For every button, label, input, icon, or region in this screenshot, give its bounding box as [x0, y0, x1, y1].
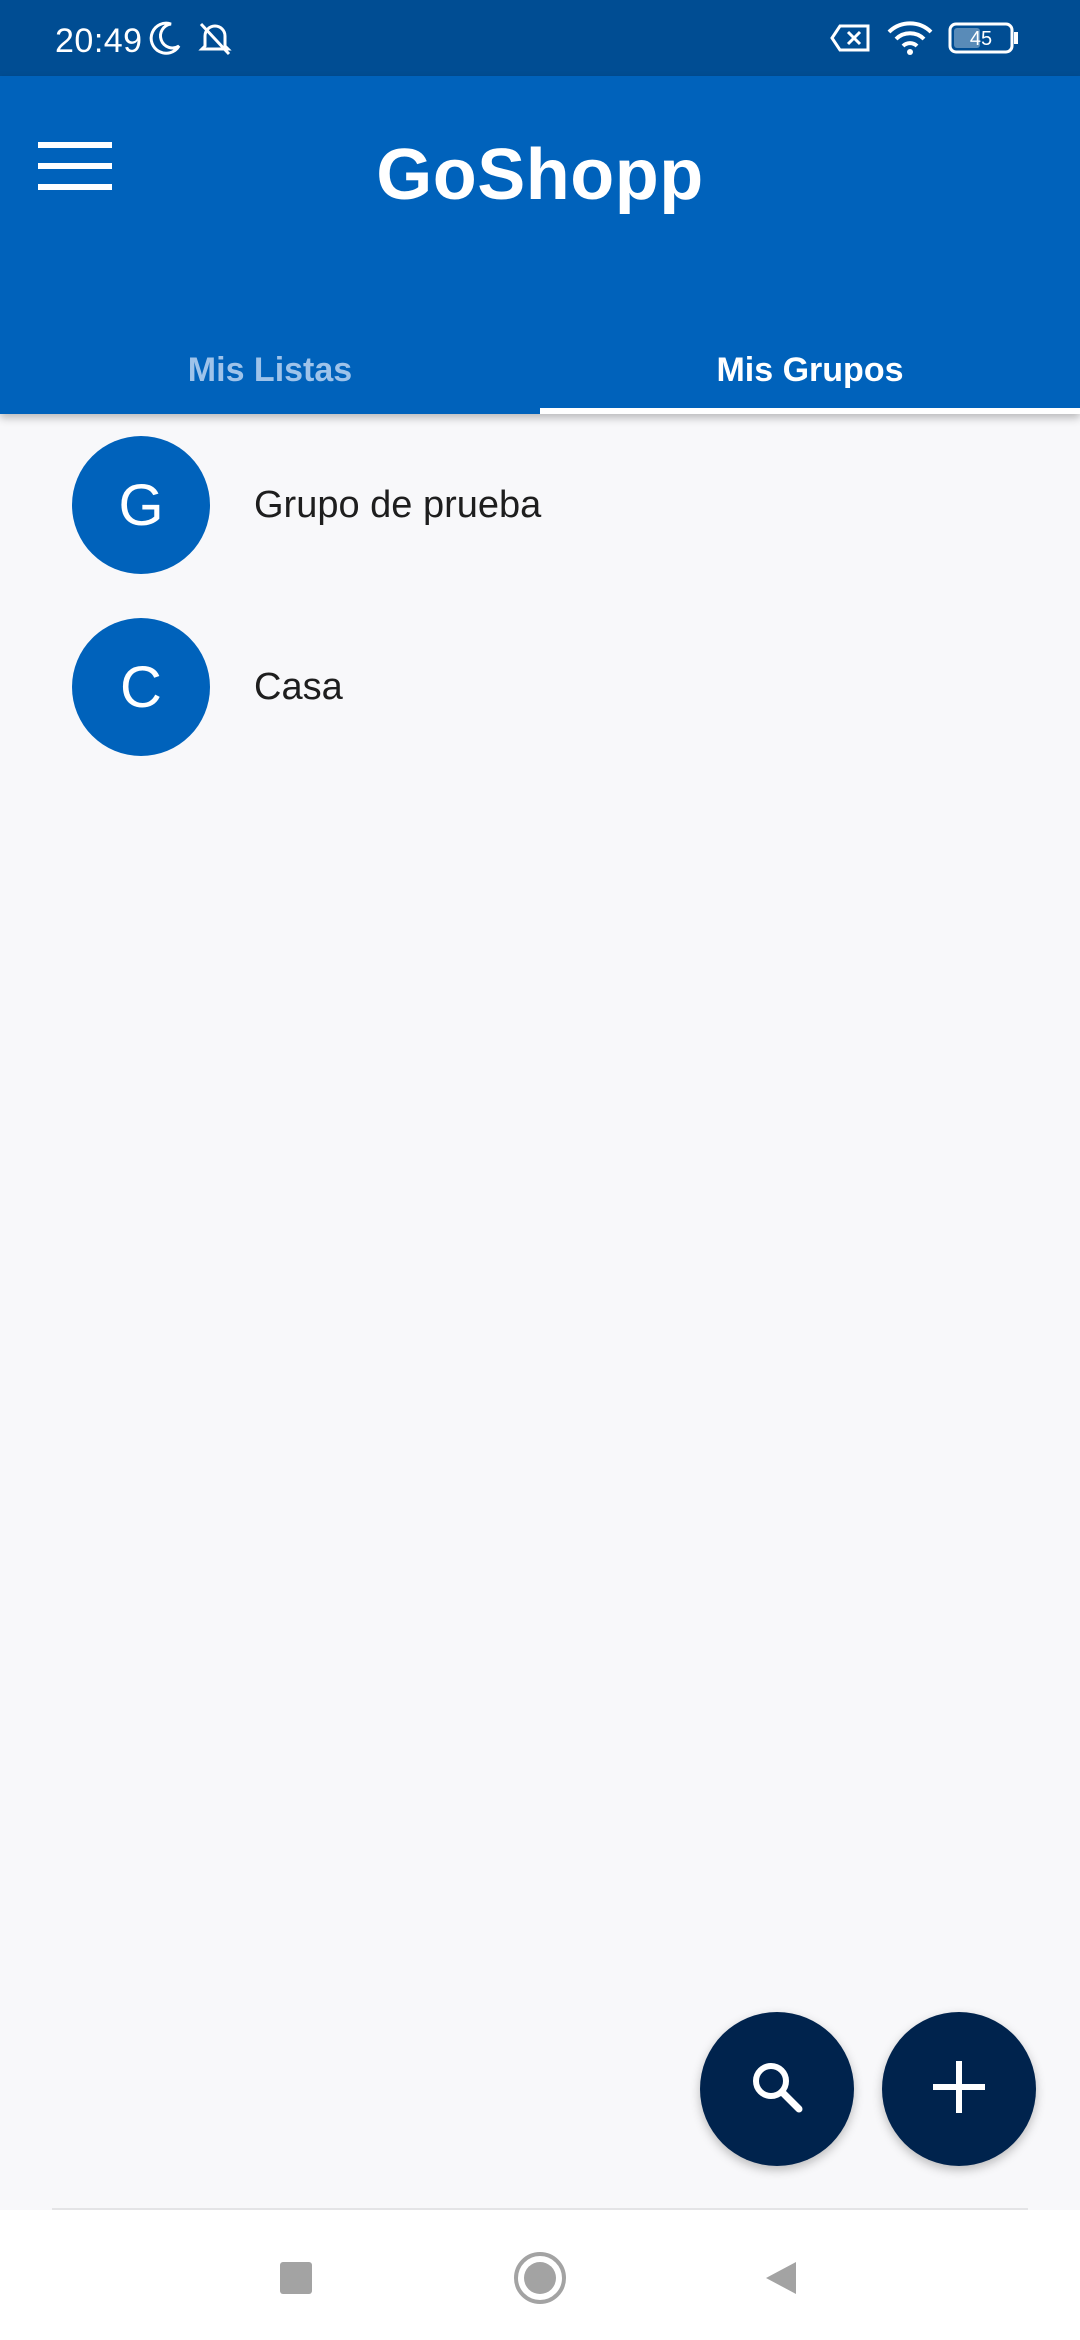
sim-off-icon	[830, 18, 874, 63]
tab-label: Mis Listas	[187, 350, 353, 389]
home-button[interactable]	[510, 2250, 570, 2310]
status-bar: 20:49 45	[0, 0, 1080, 76]
back-button[interactable]	[752, 2250, 812, 2310]
back-triangle-icon	[762, 2258, 802, 2303]
avatar: C	[72, 618, 210, 756]
tab-mis-grupos[interactable]: Mis Grupos	[540, 326, 1080, 414]
search-icon	[745, 2055, 809, 2124]
recents-button[interactable]	[266, 2250, 326, 2310]
home-circle-icon	[512, 2250, 568, 2311]
add-group-button[interactable]	[882, 2012, 1036, 2166]
recents-square-icon	[278, 2260, 314, 2301]
app-title: GoShopp	[376, 135, 704, 215]
bell-off-icon	[195, 18, 235, 63]
group-name: Grupo de prueba	[254, 483, 542, 526]
status-time: 20:49	[55, 22, 143, 60]
groups-list: G Grupo de prueba C Casa	[0, 414, 1080, 778]
plus-icon	[927, 2055, 991, 2124]
battery-level: 45	[970, 28, 992, 50]
system-nav-bar	[0, 2210, 1080, 2340]
search-button[interactable]	[700, 2012, 854, 2166]
tab-label: Mis Grupos	[716, 350, 904, 389]
tab-mis-listas[interactable]: Mis Listas	[0, 326, 540, 414]
moon-icon	[145, 18, 185, 63]
avatar: G	[72, 436, 210, 574]
app-bar: GoShopp Mis Listas Mis Grupos	[0, 76, 1080, 414]
battery-icon: 45	[948, 18, 1020, 63]
wifi-icon	[885, 18, 935, 63]
group-name: Casa	[254, 665, 343, 708]
list-item[interactable]: C Casa	[0, 596, 1080, 778]
list-item[interactable]: G Grupo de prueba	[0, 414, 1080, 596]
